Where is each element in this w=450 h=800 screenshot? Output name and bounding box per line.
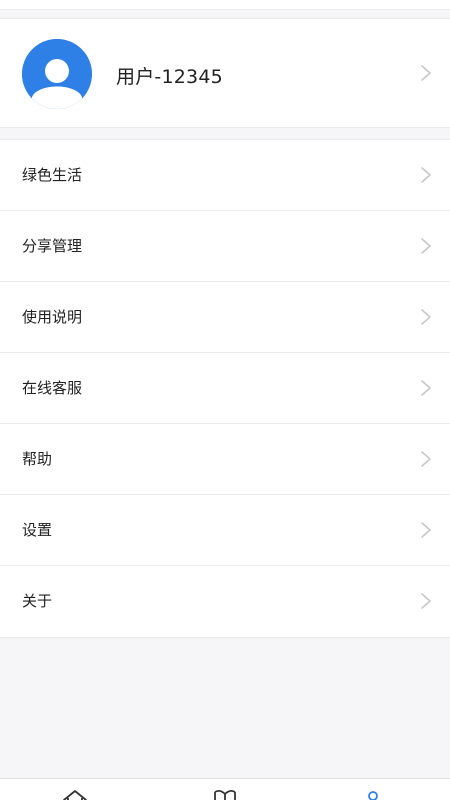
menu-item-label: 在线客服 [22, 379, 83, 397]
menu-item-share-management[interactable]: 分享管理 [0, 211, 450, 282]
menu-item-online-service[interactable]: 在线客服 [0, 353, 450, 424]
chevron-right-icon [421, 380, 431, 396]
menu-item-label: 帮助 [22, 450, 53, 468]
avatar[interactable] [22, 39, 92, 109]
chevron-right-icon [421, 238, 431, 254]
bottom-tab-bar [0, 778, 450, 800]
chevron-right-icon [421, 309, 431, 325]
user-avatar-icon [22, 39, 92, 109]
menu-item-label: 分享管理 [22, 237, 83, 255]
menu-item-about[interactable]: 关于 [0, 566, 450, 637]
chevron-right-icon [421, 522, 431, 538]
menu-item-label: 设置 [22, 521, 53, 539]
home-icon[interactable] [62, 788, 88, 800]
profile-card[interactable]: 用户-12345 [0, 18, 450, 128]
screen: 用户-12345 绿色生活 分享管理 使用说明 在线客服 帮助 设置 关于 [0, 0, 450, 800]
chevron-right-icon [421, 65, 431, 81]
menu-item-help[interactable]: 帮助 [0, 424, 450, 495]
menu-item-green-life[interactable]: 绿色生活 [0, 140, 450, 211]
menu-item-settings[interactable]: 设置 [0, 495, 450, 566]
chevron-right-icon [421, 451, 431, 467]
menu-item-instructions[interactable]: 使用说明 [0, 282, 450, 353]
menu-item-label: 绿色生活 [22, 166, 83, 184]
user-icon[interactable] [360, 788, 386, 800]
menu-list: 绿色生活 分享管理 使用说明 在线客服 帮助 设置 关于 [0, 139, 450, 638]
menu-item-label: 使用说明 [22, 308, 83, 326]
menu-item-label: 关于 [22, 592, 53, 610]
profile-name: 用户-12345 [116, 66, 223, 88]
book-icon[interactable] [212, 788, 238, 800]
chevron-right-icon [421, 167, 431, 183]
top-strip [0, 0, 450, 10]
chevron-right-icon [421, 593, 431, 609]
